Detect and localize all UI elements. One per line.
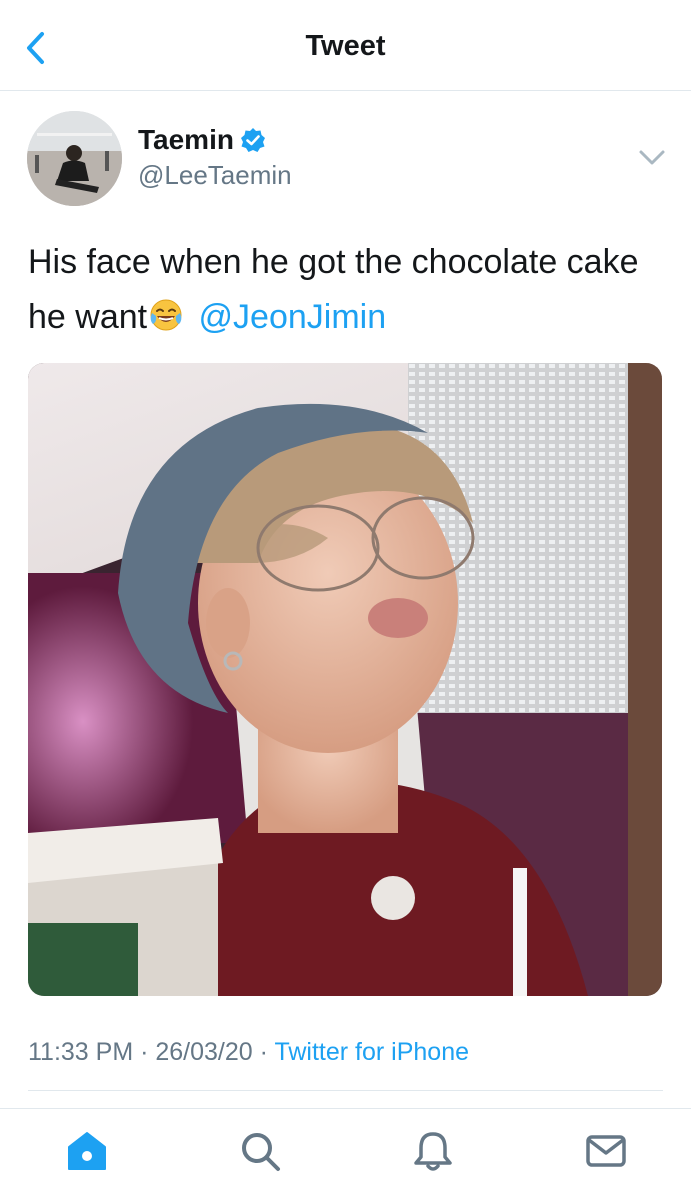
- verified-badge-icon: [240, 128, 265, 152]
- page-title: Tweet: [305, 30, 386, 62]
- home-icon[interactable]: [65, 1129, 109, 1173]
- divider: [28, 1090, 663, 1091]
- mention-link[interactable]: @JeonJimin: [199, 298, 387, 336]
- tweet-source-link[interactable]: Twitter for iPhone: [274, 1038, 469, 1066]
- notifications-bell-icon[interactable]: [411, 1129, 455, 1173]
- tweet-photo[interactable]: [28, 363, 662, 996]
- tweet-metadata: 11:33 PM · 26/03/20 · Twitter for iPhone: [28, 1038, 469, 1066]
- face-with-tears-of-joy-emoji: [150, 299, 182, 331]
- bottom-tab-bar: [0, 1108, 691, 1201]
- tweet-text: His face when he got the chocolate cake …: [28, 235, 668, 345]
- search-icon[interactable]: [238, 1129, 282, 1173]
- display-name-text[interactable]: Taemin: [138, 124, 234, 156]
- display-name[interactable]: Taemin: [138, 124, 266, 156]
- chevron-down-icon[interactable]: [637, 143, 667, 171]
- tweet-date: 26/03/20: [155, 1038, 253, 1066]
- user-handle[interactable]: @LeeTaemin: [138, 160, 292, 191]
- avatar[interactable]: [27, 111, 122, 206]
- tweet-time: 11:33 PM: [28, 1038, 134, 1066]
- messages-envelope-icon[interactable]: [584, 1129, 628, 1173]
- top-navigation-bar: Tweet: [0, 0, 691, 91]
